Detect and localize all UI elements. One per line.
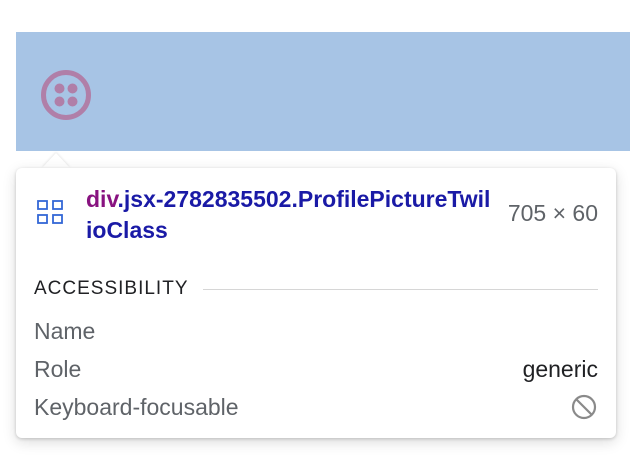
element-highlight <box>16 32 630 151</box>
role-label: Role <box>34 355 82 382</box>
element-layout-icon <box>37 200 63 224</box>
accessibility-title: ACCESSIBILITY <box>34 278 189 299</box>
role-value: generic <box>522 355 598 382</box>
devtools-inspect-overlay: div.jsx-2782835502.ProfilePictureTwilioC… <box>0 0 630 458</box>
keyboard-focusable-label: Keyboard-focusable <box>34 393 239 420</box>
accessibility-name-row: Name <box>34 314 598 348</box>
accessibility-section-header: ACCESSIBILITY <box>34 276 598 302</box>
inspect-tooltip: div.jsx-2782835502.ProfilePictureTwilioC… <box>16 168 616 438</box>
tooltip-arrow <box>42 153 70 168</box>
section-divider <box>202 288 598 290</box>
element-classes: .jsx-2782835502.ProfilePictureTwilioClas… <box>86 186 491 243</box>
name-label: Name <box>34 317 96 344</box>
accessibility-role-row: Role generic <box>34 352 598 386</box>
not-allowed-icon <box>571 394 597 420</box>
accessibility-keyboard-row: Keyboard-focusable <box>34 390 598 424</box>
element-dimensions: 705 × 60 <box>507 200 598 226</box>
element-tag: div <box>86 186 118 212</box>
twilio-logo-icon <box>41 70 91 120</box>
element-selector: div.jsx-2782835502.ProfilePictureTwilioC… <box>86 184 496 246</box>
